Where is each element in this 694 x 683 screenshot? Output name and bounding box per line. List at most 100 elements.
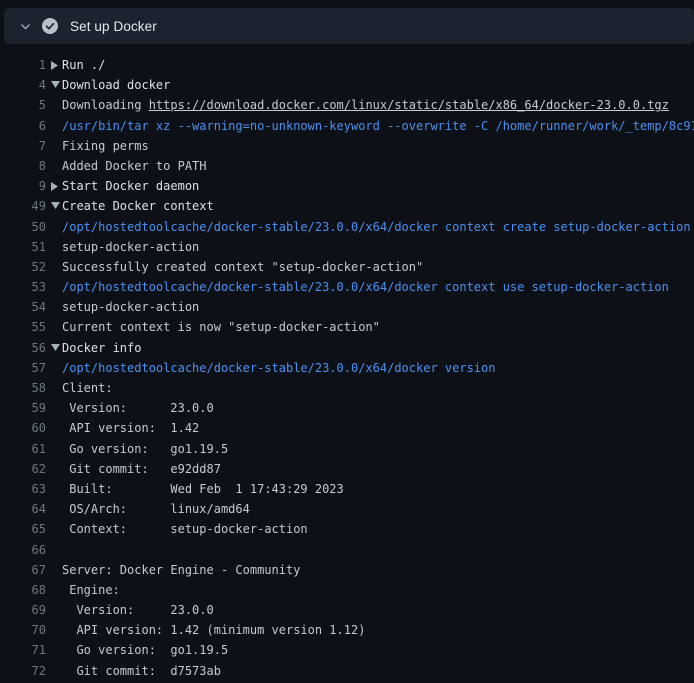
log-group-row[interactable]: 1 Run ./ [0, 55, 694, 75]
log-text: Built: Wed Feb 1 17:43:29 2023 [62, 479, 344, 499]
log-text: Downloading [62, 98, 149, 112]
log-text: Go version: go1.19.5 [62, 439, 228, 459]
line-number[interactable]: 6 [0, 116, 46, 136]
arrow-slot [51, 277, 62, 297]
command-text: /opt/hostedtoolcache/docker-stable/23.0.… [62, 277, 669, 297]
log-line: 54setup-docker-action [0, 297, 694, 317]
log-line: 69 Version: 23.0.0 [0, 600, 694, 620]
line-number[interactable]: 9 [0, 176, 46, 196]
log-line: 58Client: [0, 378, 694, 398]
line-number[interactable]: 68 [0, 580, 46, 600]
log-group-row[interactable]: 9 Start Docker daemon [0, 176, 694, 196]
arrow-slot [51, 217, 62, 237]
group-expanded-arrow-icon[interactable] [51, 338, 62, 358]
log-text: OS/Arch: linux/amd64 [62, 499, 250, 519]
line-number[interactable]: 66 [0, 540, 46, 560]
log-text: setup-docker-action [62, 237, 199, 257]
arrow-slot [51, 459, 62, 479]
line-number[interactable]: 4 [0, 75, 46, 95]
group-title: Create Docker context [62, 196, 214, 216]
log-line: 60 API version: 1.42 [0, 418, 694, 438]
line-number[interactable]: 49 [0, 196, 46, 216]
log-line: 62 Git commit: e92dd87 [0, 459, 694, 479]
line-number[interactable]: 60 [0, 418, 46, 438]
line-number[interactable]: 56 [0, 338, 46, 358]
line-number[interactable]: 52 [0, 257, 46, 277]
log-text: Fixing perms [62, 136, 149, 156]
arrow-slot [51, 297, 62, 317]
line-number[interactable]: 65 [0, 519, 46, 539]
log-lines: 1 Run ./ 4 Download docker 5 Downloading http… [0, 46, 694, 681]
log-text: API version: 1.42 (minimum version 1.12) [62, 620, 365, 640]
log-line: 68 Engine: [0, 580, 694, 600]
line-number[interactable]: 63 [0, 479, 46, 499]
step-title: Set up Docker [70, 19, 157, 34]
log-line: 59 Version: 23.0.0 [0, 398, 694, 418]
log-text: Version: 23.0.0 [62, 600, 214, 620]
arrow-slot [51, 358, 62, 378]
log-line: 8 Added Docker to PATH [0, 156, 694, 176]
line-number[interactable]: 58 [0, 378, 46, 398]
log-group-row[interactable]: 49 Create Docker context [0, 196, 694, 216]
arrow-slot [51, 257, 62, 277]
arrow-slot [51, 116, 62, 136]
arrow-slot [51, 136, 62, 156]
line-number[interactable]: 67 [0, 560, 46, 580]
log-line: 50/opt/hostedtoolcache/docker-stable/23.… [0, 217, 694, 237]
log-line: 70 API version: 1.42 (minimum version 1.… [0, 620, 694, 640]
line-number[interactable]: 57 [0, 358, 46, 378]
group-collapsed-arrow-icon[interactable] [51, 176, 62, 196]
line-number[interactable]: 8 [0, 156, 46, 176]
log-line: 67 Server: Docker Engine - Community [0, 560, 694, 580]
arrow-slot [51, 156, 62, 176]
check-circle-icon [42, 18, 58, 34]
log-text: Go version: go1.19.5 [62, 640, 228, 660]
log-group-row[interactable]: 4 Download docker [0, 75, 694, 95]
line-number[interactable]: 55 [0, 317, 46, 337]
log-line: 57/opt/hostedtoolcache/docker-stable/23.… [0, 358, 694, 378]
line-number[interactable]: 64 [0, 499, 46, 519]
line-number[interactable]: 5 [0, 95, 46, 115]
group-expanded-arrow-icon[interactable] [51, 75, 62, 95]
log-text: Git commit: e92dd87 [62, 459, 221, 479]
log-line: 52Successfully created context "setup-do… [0, 257, 694, 277]
group-collapsed-arrow-icon[interactable] [51, 55, 62, 75]
arrow-slot [51, 661, 62, 681]
log-line: 7 Fixing perms [0, 136, 694, 156]
log-text: Git commit: d7573ab [62, 661, 221, 681]
line-number[interactable]: 7 [0, 136, 46, 156]
line-number[interactable]: 59 [0, 398, 46, 418]
line-number[interactable]: 53 [0, 277, 46, 297]
line-number[interactable]: 1 [0, 55, 46, 75]
line-number[interactable]: 54 [0, 297, 46, 317]
line-number[interactable]: 72 [0, 661, 46, 681]
line-number[interactable]: 61 [0, 439, 46, 459]
group-title: Start Docker daemon [62, 176, 199, 196]
arrow-slot [51, 580, 62, 600]
line-number[interactable]: 62 [0, 459, 46, 479]
step-header[interactable]: Set up Docker [4, 8, 694, 44]
arrow-slot [51, 519, 62, 539]
group-title: Run ./ [62, 55, 105, 75]
line-number[interactable]: 70 [0, 620, 46, 640]
command-text: /opt/hostedtoolcache/docker-stable/23.0.… [62, 217, 691, 237]
arrow-slot [51, 95, 62, 115]
log-text: Engine: [62, 580, 120, 600]
log-text: API version: 1.42 [62, 418, 199, 438]
command-text: /usr/bin/tar xz --warning=no-unknown-key… [62, 116, 694, 136]
log-url-link[interactable]: https://download.docker.com/linux/static… [149, 98, 669, 112]
arrow-slot [51, 560, 62, 580]
line-number[interactable]: 51 [0, 237, 46, 257]
chevron-down-icon[interactable] [18, 19, 32, 33]
log-line: 53/opt/hostedtoolcache/docker-stable/23.… [0, 277, 694, 297]
line-number[interactable]: 71 [0, 640, 46, 660]
log-text: Added Docker to PATH [62, 156, 207, 176]
log-text: Server: Docker Engine - Community [62, 560, 300, 580]
group-title: Download docker [62, 75, 170, 95]
log-line: 63 Built: Wed Feb 1 17:43:29 2023 [0, 479, 694, 499]
group-expanded-arrow-icon[interactable] [51, 196, 62, 216]
line-number[interactable]: 50 [0, 217, 46, 237]
line-number[interactable]: 69 [0, 600, 46, 620]
arrow-slot [51, 540, 62, 560]
log-group-row[interactable]: 56Docker info [0, 338, 694, 358]
